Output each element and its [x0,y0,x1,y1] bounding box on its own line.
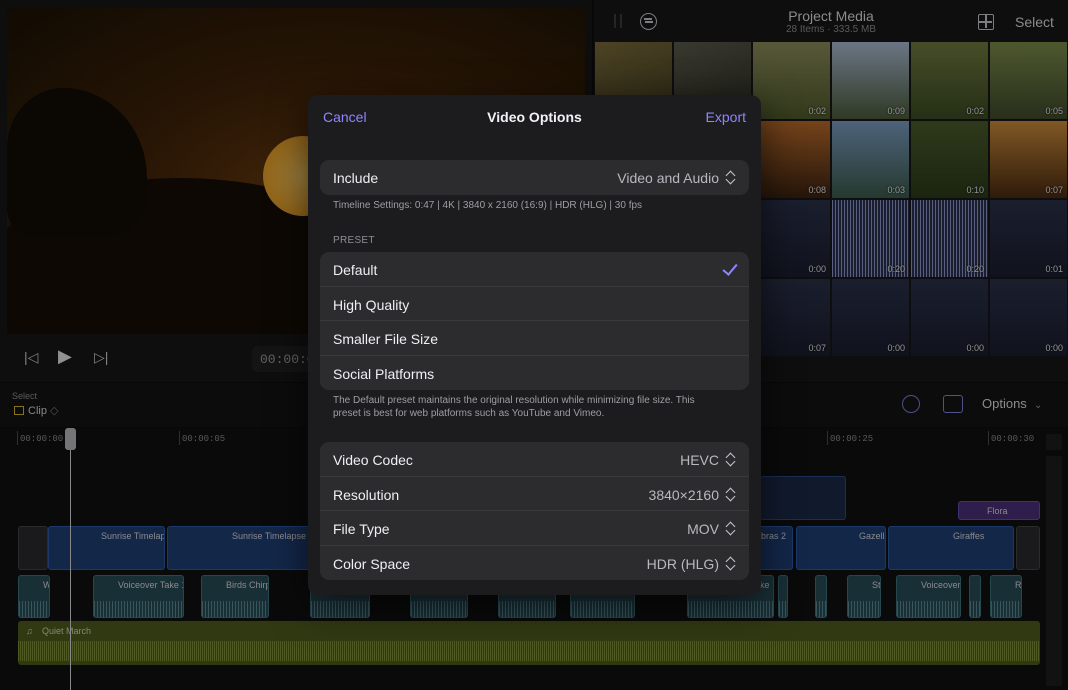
include-picker[interactable]: Include Video and Audio [320,160,749,195]
chevron-updown-icon [726,486,736,502]
setting-value: MOV [687,521,719,537]
chevron-updown-icon [726,555,736,571]
preset-label: Social Platforms [333,365,435,382]
video-options-dialog: Cancel Video Options Export Include Vide… [308,95,761,595]
preset-section-header: PRESET [333,235,375,246]
setting-value: 3840×2160 [648,486,719,503]
export-button[interactable]: Export [706,109,746,125]
preset-label: High Quality [333,296,410,313]
preset-label: Smaller File Size [333,331,439,347]
preset-description-line: The Default preset maintains the origina… [333,395,695,406]
setting-label: Video Codec [333,452,413,468]
setting-value: HEVC [680,452,719,468]
preset-option-high-quality[interactable]: High Quality [320,287,749,321]
setting-label: File Type [333,521,390,537]
setting-value: HDR (HLG) [646,555,719,572]
include-group: Include Video and Audio [320,160,749,195]
checkmark-icon [722,260,738,276]
chevron-updown-icon [726,169,736,185]
preset-option-smaller-file-size[interactable]: Smaller File Size [320,321,749,356]
preset-description-line: preset is best for web platforms such as… [333,408,605,419]
include-value: Video and Audio [617,170,719,186]
setting-label: Resolution [333,486,400,503]
video-codec-picker[interactable]: Video Codec HEVC [320,442,749,477]
timeline-settings-text: Timeline Settings: 0:47 | 4K | 3840 x 21… [333,200,643,211]
preset-label: Default [333,262,378,278]
include-label: Include [333,170,379,186]
file-type-picker[interactable]: File Type MOV [320,511,749,546]
setting-label: Color Space [333,555,411,572]
resolution-picker[interactable]: Resolution 3840×2160 [320,477,749,511]
preset-description: The Default preset maintains the origina… [333,394,695,420]
chevron-updown-icon [726,451,736,467]
preset-option-social-platforms[interactable]: Social Platforms [320,356,749,391]
chevron-updown-icon [726,520,736,536]
dialog-title: Video Options [487,109,582,125]
color-space-picker[interactable]: Color Space HDR (HLG) [320,546,749,581]
export-settings-group: Video Codec HEVC Resolution 3840×2160 Fi… [320,442,749,580]
dialog-header: Cancel Video Options Export [308,95,761,139]
preset-option-default[interactable]: Default [320,252,749,287]
preset-list: Default High Quality Smaller File Size S… [320,252,749,390]
